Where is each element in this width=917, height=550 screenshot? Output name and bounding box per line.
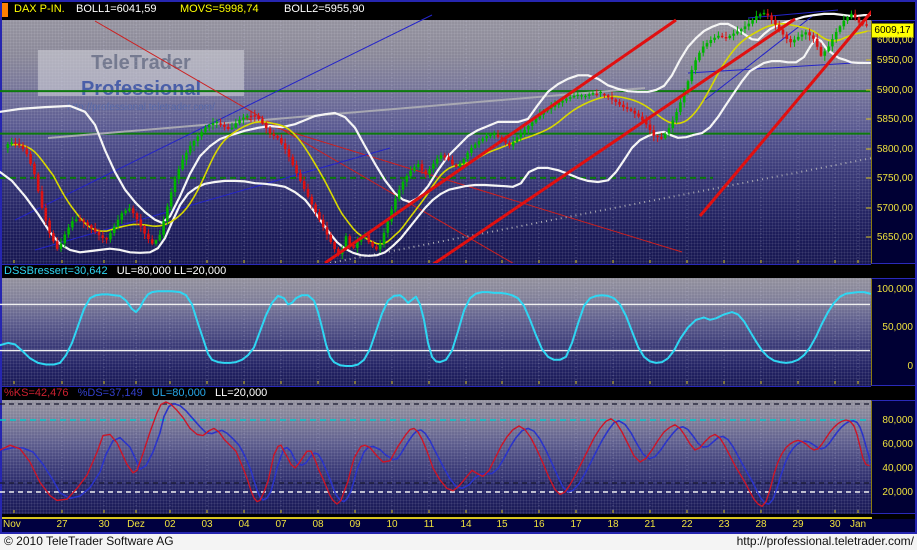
axis-price-label: 100,000 (877, 284, 913, 295)
x-axis-date-label: 15 (496, 519, 507, 532)
boll1-value: BOLL1=6041,59 (76, 0, 156, 19)
x-axis-date-label: 22 (681, 519, 692, 532)
x-axis-date-label: 30 (829, 519, 840, 532)
x-axis-date-label: Dez (127, 519, 145, 532)
axis-price-label: 5700,00 (877, 203, 913, 214)
price-axis[interactable]: 6009,17 6000,005950,005900,005850,005800… (871, 20, 917, 264)
dither-texture (0, 400, 871, 514)
axis-price-label: 40,000 (882, 463, 913, 474)
x-axis-date-label: 23 (718, 519, 729, 532)
x-axis-date-label: 27 (56, 519, 67, 532)
axis-price-label: 5950,00 (877, 55, 913, 66)
x-axis-date-label: 07 (275, 519, 286, 532)
dss-levels-label: UL=80,000 LL=20,000 (117, 265, 227, 277)
dss-oscillator-panel[interactable] (0, 278, 871, 386)
movs-value: MOVS=5998,74 (180, 0, 259, 19)
x-axis-date-label: 03 (201, 519, 212, 532)
dss-indicator-label: DSSBressert=30,642 (4, 265, 108, 277)
axis-price-label: 80,000 (882, 415, 913, 426)
x-axis-date-label: 16 (533, 519, 544, 532)
x-axis-date-label: Nov (3, 519, 21, 532)
x-axis-date-label: 11 (424, 519, 434, 532)
x-axis-date-label: Jan (850, 519, 866, 532)
x-axis-date-label: 10 (386, 519, 397, 532)
watermark-url: http://professional.teletrader.com/ (38, 102, 244, 114)
x-axis-date-label: 04 (238, 519, 249, 532)
ul-level-label: UL=80,000 (152, 387, 206, 399)
x-axis-date-label: 28 (755, 519, 766, 532)
axis-price-label: 5750,00 (877, 173, 913, 184)
watermark: TeleTrader Professional http://professio… (38, 50, 244, 96)
x-axis-date-label: 29 (792, 519, 803, 532)
x-axis-date-label: 14 (460, 519, 471, 532)
axis-price-label: 50,000 (882, 322, 913, 333)
x-axis-date-label: 18 (607, 519, 618, 532)
copyright-text: © 2010 TeleTrader Software AG (4, 534, 174, 549)
x-axis-date-label: 17 (570, 519, 581, 532)
ds-value-label: %DS=37,149 (78, 387, 143, 399)
ks-value-label: %KS=42,476 (4, 387, 69, 399)
stochastic-oscillator-panel[interactable] (0, 400, 871, 514)
teletrader-chart-window: DAX P-IN. BOLL1=6041,59 MOVS=5998,74 BOL… (0, 0, 917, 550)
x-axis-date-label: 21 (644, 519, 655, 532)
axis-price-label: 5650,00 (877, 232, 913, 243)
axis-price-label: 60,000 (882, 439, 913, 450)
axis-spacer (871, 264, 917, 278)
axis-price-label: 5800,00 (877, 144, 913, 155)
dss-panel-header: DSSBressert=30,642 UL=80,000 LL=20,000 (0, 264, 917, 279)
axis-spacer (871, 386, 917, 400)
x-axis-date-strip[interactable]: Nov 27 30 Dez 02 03 04 07 08 09 10 11 14 15 16 17 18 21 22… (0, 519, 917, 532)
stochastic-axis[interactable]: 80,000 60,000 40,000 20,000 (871, 400, 917, 514)
axis-price-label: 6000,00 (877, 35, 913, 46)
axis-price-label: 20,000 (882, 487, 913, 498)
footer-url[interactable]: http://professional.teletrader.com/ (737, 534, 914, 549)
watermark-brand: TeleTrader Professional (38, 50, 244, 102)
dither-texture (0, 278, 871, 386)
boll2-value: BOLL2=5955,90 (284, 0, 364, 19)
ll-level-label: LL=20,000 (215, 387, 267, 399)
status-bar: © 2010 TeleTrader Software AG http://pro… (0, 534, 917, 550)
x-axis-date-label: 09 (349, 519, 360, 532)
main-price-panel[interactable]: TeleTrader Professional http://professio… (0, 20, 871, 264)
axis-price-label: 5850,00 (877, 114, 913, 125)
axis-price-label: 0 (907, 361, 913, 372)
instrument-symbol: DAX P-IN. (14, 0, 65, 19)
dss-axis[interactable]: 100,000 50,000 0 (871, 278, 917, 386)
x-axis-date-label: 02 (164, 519, 175, 532)
x-axis-date-label: 08 (312, 519, 323, 532)
axis-price-label: 5900,00 (877, 85, 913, 96)
chart-title-bar: DAX P-IN. BOLL1=6041,59 MOVS=5998,74 BOL… (0, 0, 917, 20)
stochastic-panel-header: %KS=42,476 %DS=37,149 UL=80,000 LL=20,00… (0, 386, 917, 401)
x-axis-date-label: 30 (98, 519, 109, 532)
instrument-color-block-icon (2, 3, 8, 17)
